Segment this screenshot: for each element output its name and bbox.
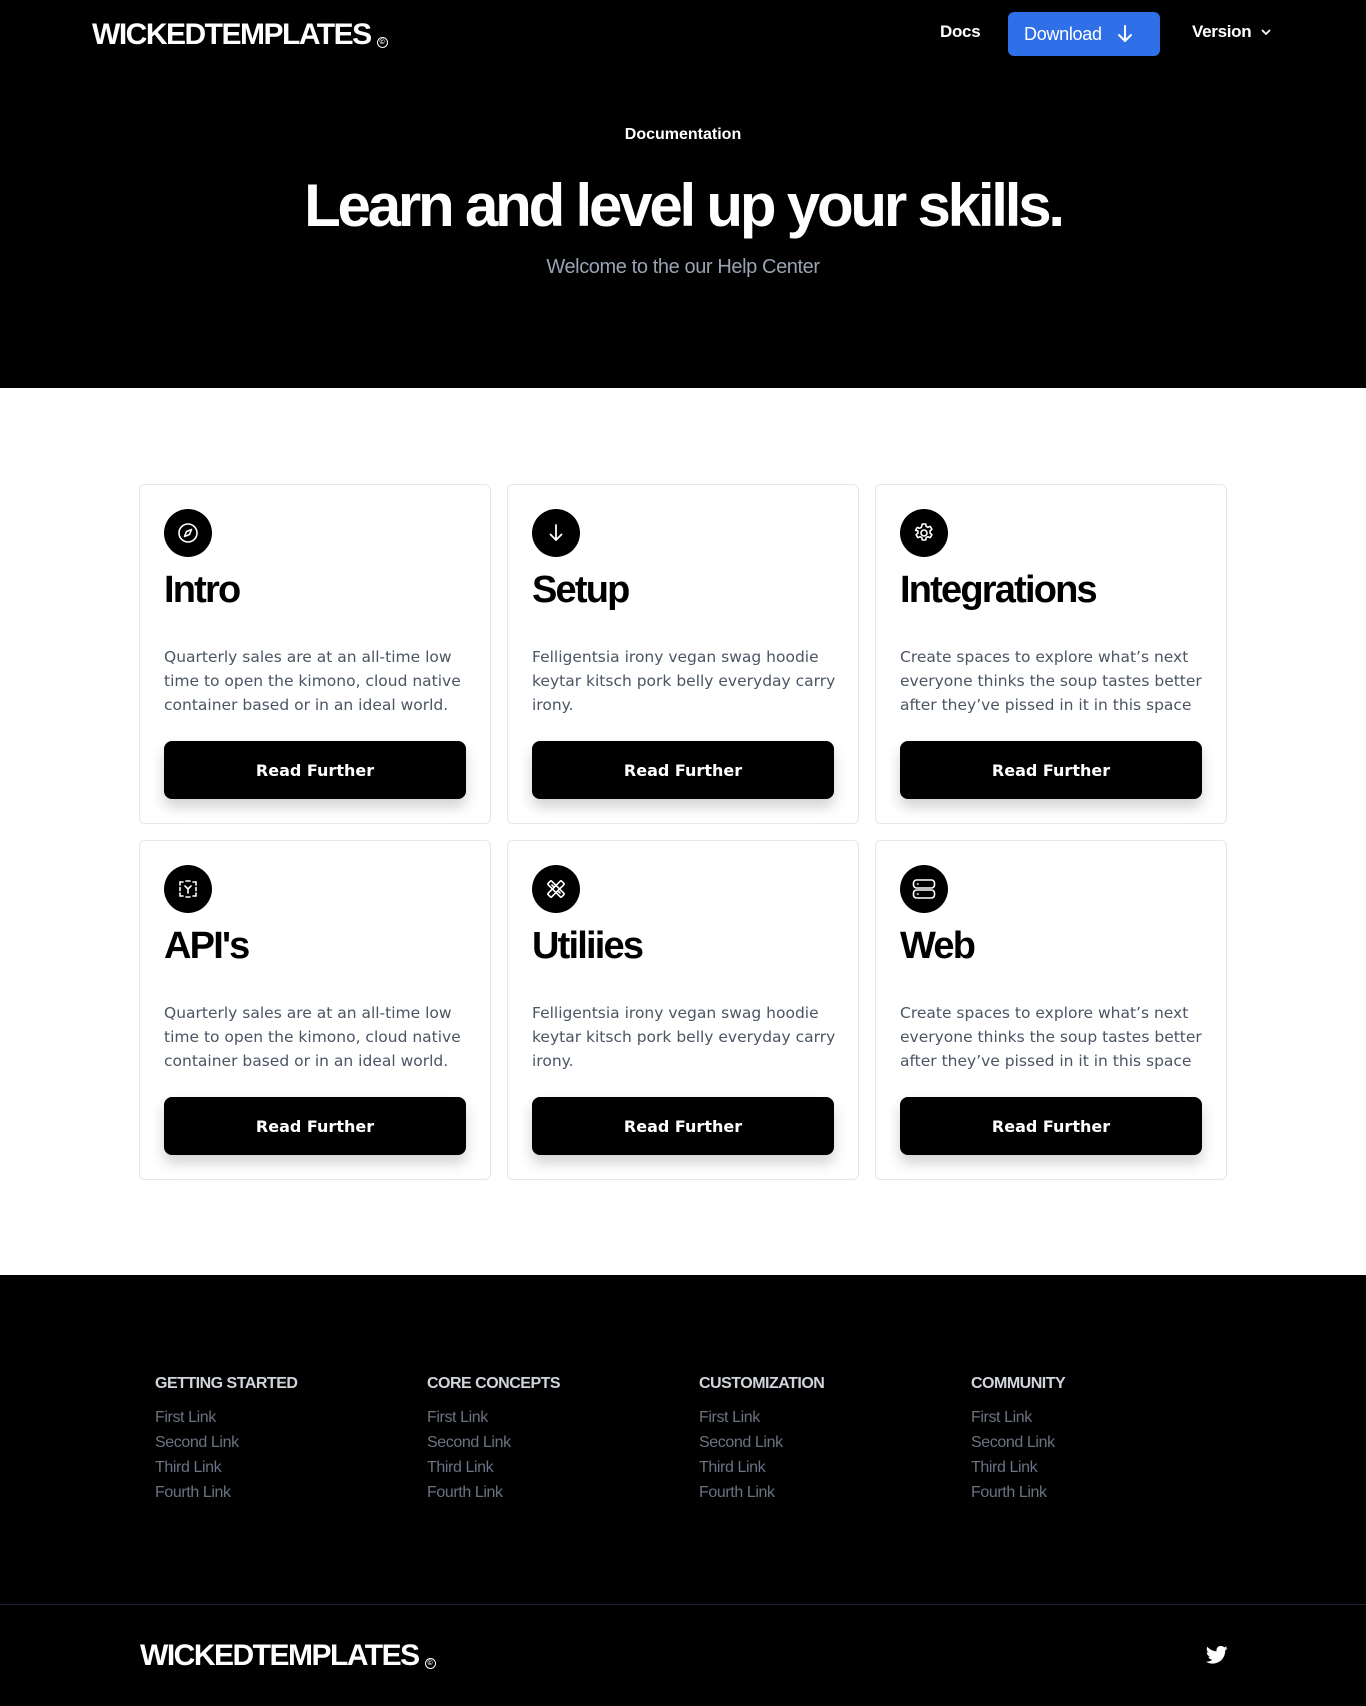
footer-link[interactable]: First Link [699,1405,824,1430]
card-apis: API's Quarterly sales are at an all-time… [139,840,491,1180]
footer-link[interactable]: Second Link [971,1430,1065,1455]
footer-link[interactable]: First Link [971,1405,1065,1430]
card-title: Intro [164,569,241,611]
footer-link[interactable]: Fourth Link [971,1480,1065,1505]
gear-icon [900,509,948,557]
tools-icon [532,865,580,913]
copyright-mark: © [424,1658,436,1669]
version-label: Version [1192,22,1252,41]
footer-logo[interactable]: WICKEDTEMPLATES © [140,1639,436,1673]
footer-column-heading: CUSTOMIZATION [699,1375,825,1392]
card-title: API's [164,925,250,967]
footer-column-getting-started: GETTING STARTED First Link Second Link T… [155,1375,298,1505]
card-description: Create spaces to explore what’s next eve… [900,648,1202,714]
hero-section: WICKEDTEMPLATES © Docs Download Version … [0,0,1366,388]
card-title: Web [900,925,976,967]
card-description: Felligentsia irony vegan swag hoodie key… [532,648,836,714]
footer-column-community: COMMUNITY First Link Second Link Third L… [971,1375,1066,1505]
read-further-button[interactable]: Read Further [532,1097,834,1155]
footer-link[interactable]: Second Link [427,1430,560,1455]
card-utilities: Utiliies Felligentsia irony vegan swag h… [507,840,859,1180]
twitter-icon[interactable] [1206,1645,1228,1665]
read-further-button[interactable]: Read Further [900,741,1202,799]
read-further-button[interactable]: Read Further [900,1097,1202,1155]
logo-text: WICKEDTEMPLATES [92,18,372,51]
footer-column-heading: CORE CONCEPTS [427,1375,561,1392]
api-icon [164,865,212,913]
download-button-label: Download [1024,23,1102,44]
read-further-button[interactable]: Read Further [164,1097,466,1155]
footer-link[interactable]: Third Link [971,1455,1065,1480]
version-dropdown[interactable]: Version [1192,22,1271,42]
hero-eyebrow: Documentation [624,126,742,143]
card-description: Quarterly sales are at an all-time low t… [164,648,461,714]
footer-link[interactable]: Second Link [155,1430,297,1455]
arrow-down-icon [532,509,580,557]
footer-link[interactable]: Third Link [699,1455,824,1480]
card-intro: Intro Quarterly sales are at an all-time… [139,484,491,824]
footer-column-core-concepts: CORE CONCEPTS First Link Second Link Thi… [427,1375,561,1505]
footer-link[interactable]: First Link [427,1405,560,1430]
card-integrations: Integrations Create spaces to explore wh… [875,484,1227,824]
card-description: Create spaces to explore what’s next eve… [900,1004,1202,1070]
footer-link[interactable]: First Link [155,1405,297,1430]
nav-docs-link[interactable]: Docs [940,22,981,42]
footer-divider [0,1604,1366,1605]
footer-link[interactable]: Fourth Link [427,1480,560,1505]
footer-link[interactable]: Fourth Link [155,1480,297,1505]
card-title: Utiliies [532,925,644,967]
footer-link[interactable]: Third Link [155,1455,297,1480]
footer-link[interactable]: Second Link [699,1430,824,1455]
logo-text: WICKEDTEMPLATES [140,1639,420,1672]
card-description: Felligentsia irony vegan swag hoodie key… [532,1004,836,1070]
footer-link[interactable]: Third Link [427,1455,560,1480]
footer-column-customization: CUSTOMIZATION First Link Second Link Thi… [699,1375,825,1505]
footer: GETTING STARTED First Link Second Link T… [0,1275,1366,1706]
card-title: Integrations [900,569,1098,611]
card-description: Quarterly sales are at an all-time low t… [164,1004,461,1070]
footer-link[interactable]: Fourth Link [699,1480,824,1505]
page-title: Learn and level up your skills. [304,172,1065,239]
compass-icon [164,509,212,557]
card-setup: Setup Felligentsia irony vegan swag hood… [507,484,859,824]
server-icon [900,865,948,913]
download-button[interactable]: Download [1008,12,1160,56]
logo[interactable]: WICKEDTEMPLATES © [92,18,388,52]
footer-column-heading: COMMUNITY [971,1375,1066,1392]
chevron-down-icon [1261,29,1271,35]
footer-column-heading: GETTING STARTED [155,1375,298,1392]
read-further-button[interactable]: Read Further [164,741,466,799]
card-web: Web Create spaces to explore what’s next… [875,840,1227,1180]
copyright-mark: © [376,37,388,48]
card-title: Setup [532,569,630,611]
arrow-down-icon [1117,25,1132,42]
read-further-button[interactable]: Read Further [532,741,834,799]
hero-subtitle: Welcome to the our Help Center [546,256,820,278]
